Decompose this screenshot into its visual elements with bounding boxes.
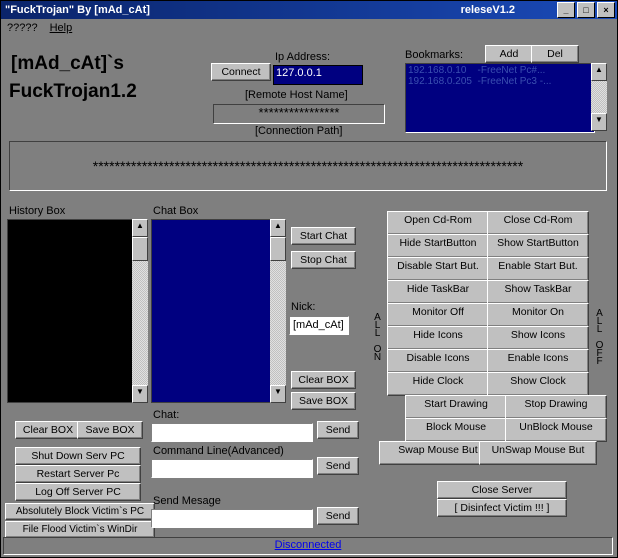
- action-button[interactable]: UnSwap Mouse But: [479, 441, 597, 465]
- nick-input[interactable]: [mAd_cAt]: [289, 316, 349, 335]
- conn-path-field: ****************************************…: [9, 141, 607, 191]
- action-button[interactable]: Hide StartButton: [387, 234, 489, 258]
- action-button[interactable]: Hide Clock: [387, 372, 489, 396]
- maximize-button[interactable]: □: [577, 2, 595, 18]
- start-chat-button[interactable]: Start Chat: [291, 227, 356, 245]
- menu-bar: ????? Help: [1, 19, 617, 37]
- history-scrollbar[interactable]: ▲▼: [132, 219, 148, 403]
- action-button[interactable]: Show TaskBar: [487, 280, 589, 304]
- menu-help[interactable]: Help: [50, 22, 73, 34]
- window-title: "FuckTrojan" By [mAd_cAt]: [5, 4, 150, 16]
- conn-path-label: [Connection Path]: [255, 125, 342, 137]
- action-button[interactable]: Disable Icons: [387, 349, 489, 373]
- cmd-label: Command Line(Advanced): [153, 445, 284, 457]
- save-history-button[interactable]: Save BOX: [77, 421, 143, 439]
- minimize-button[interactable]: _: [557, 2, 575, 18]
- action-button[interactable]: Enable Start But.: [487, 257, 589, 281]
- action-button[interactable]: Start Drawing: [405, 395, 507, 419]
- action-button[interactable]: Disable Start But.: [387, 257, 489, 281]
- bookmarks-list[interactable]: 192.168.0.10 -FreeNet Pc#... 192.168.0.2…: [405, 63, 595, 133]
- chat-label: Chat:: [153, 409, 179, 421]
- clear-history-button[interactable]: Clear BOX: [15, 421, 81, 439]
- header-line1: [mAd_cAt]`s: [11, 53, 124, 75]
- action-button[interactable]: Show Clock: [487, 372, 589, 396]
- shutdown-button[interactable]: Shut Down Serv PC: [15, 447, 141, 465]
- titlebar: "FuckTrojan" By [mAd_cAt] releseV1.2 _ □…: [1, 1, 617, 19]
- history-box[interactable]: [7, 219, 133, 403]
- restart-button[interactable]: Restart Server Pc: [15, 465, 141, 483]
- bookmarks-scrollbar[interactable]: ▲▼: [591, 63, 607, 131]
- bookmarks-label: Bookmarks:: [405, 49, 463, 61]
- action-button[interactable]: Show Icons: [487, 326, 589, 350]
- ip-input[interactable]: 127.0.0.1: [273, 65, 363, 85]
- fileflood-button[interactable]: File Flood Victim`s WinDir: [5, 521, 155, 538]
- clear-box-button[interactable]: Clear BOX: [291, 371, 356, 389]
- ip-label: Ip Address:: [275, 51, 330, 63]
- msg-send-button[interactable]: Send: [317, 507, 359, 525]
- nick-label: Nick:: [291, 301, 315, 313]
- chat-scrollbar[interactable]: ▲▼: [270, 219, 286, 403]
- remote-host-label: [Remote Host Name]: [245, 89, 348, 101]
- status-text: Disconnected: [275, 539, 342, 551]
- connect-button[interactable]: Connect: [211, 63, 271, 81]
- stop-chat-button[interactable]: Stop Chat: [291, 251, 356, 269]
- release-label: releseV1.2: [461, 4, 515, 16]
- logoff-button[interactable]: Log Off Server PC: [15, 483, 141, 501]
- action-button[interactable]: Hide TaskBar: [387, 280, 489, 304]
- close-server-button[interactable]: Close Server: [437, 481, 567, 499]
- action-button[interactable]: UnBlock Mouse: [505, 418, 607, 442]
- chat-box[interactable]: [151, 219, 271, 403]
- bookmark-del-button[interactable]: Del: [531, 45, 579, 63]
- close-button[interactable]: ×: [597, 2, 615, 18]
- history-label: History Box: [9, 205, 65, 217]
- cmd-input[interactable]: [151, 459, 313, 478]
- bookmark-add-button[interactable]: Add: [485, 45, 533, 63]
- action-button[interactable]: Hide Icons: [387, 326, 489, 350]
- msg-input[interactable]: [151, 509, 313, 528]
- chat-input[interactable]: [151, 423, 313, 442]
- action-button[interactable]: Open Cd-Rom: [387, 211, 489, 235]
- menu-unknown[interactable]: ?????: [7, 22, 38, 34]
- chatbox-label: Chat Box: [153, 205, 198, 217]
- block-pc-button[interactable]: Absolutely Block Victim`s PC: [5, 503, 155, 520]
- action-button[interactable]: Close Cd-Rom: [487, 211, 589, 235]
- action-button[interactable]: Monitor On: [487, 303, 589, 327]
- all-on-label: ALL ON: [365, 295, 383, 377]
- disinfect-button[interactable]: [ Disinfect Victim !!! ]: [437, 499, 567, 517]
- chat-send-button[interactable]: Send: [317, 421, 359, 439]
- action-button[interactable]: Monitor Off: [387, 303, 489, 327]
- save-box-button[interactable]: Save BOX: [291, 392, 356, 410]
- action-button[interactable]: Block Mouse: [405, 418, 507, 442]
- action-button[interactable]: Enable Icons: [487, 349, 589, 373]
- all-off-label: ALL OFF: [587, 295, 605, 377]
- action-button[interactable]: Stop Drawing: [505, 395, 607, 419]
- status-bar: Disconnected: [3, 537, 613, 555]
- cmd-send-button[interactable]: Send: [317, 457, 359, 475]
- action-button[interactable]: Show StartButton: [487, 234, 589, 258]
- msg-label: Send Mesage: [153, 495, 221, 507]
- header-line2: FuckTrojan1.2: [9, 81, 137, 103]
- remote-host-field: ****************: [213, 104, 385, 124]
